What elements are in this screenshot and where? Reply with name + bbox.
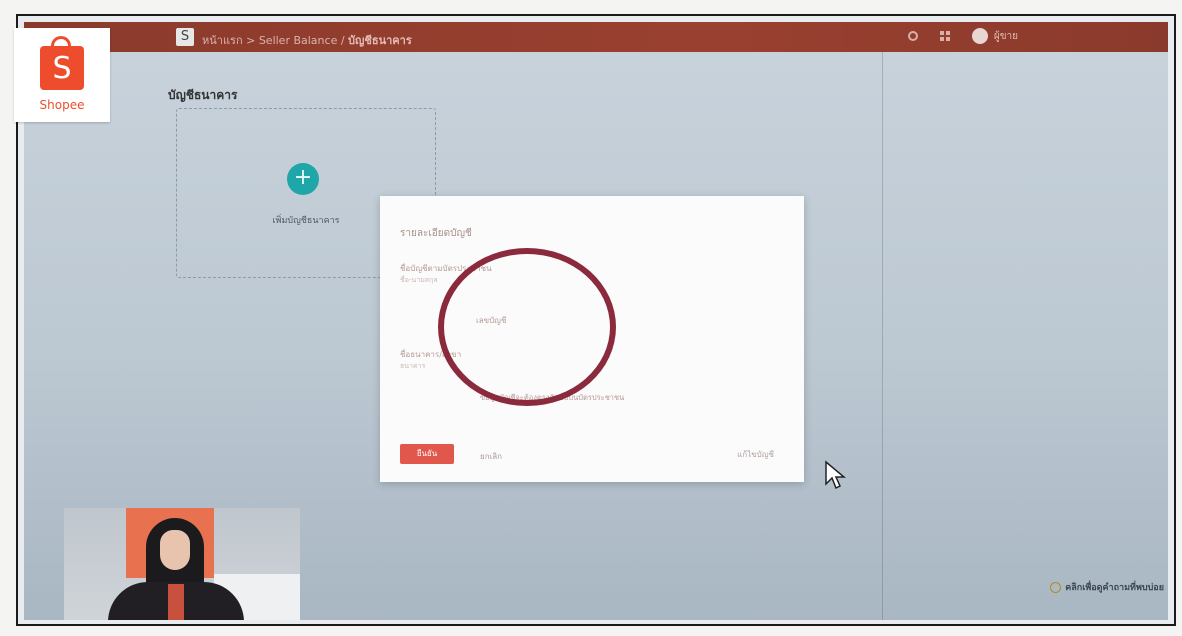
breadcrumb-current: บัญชีธนาคาร	[348, 34, 412, 47]
question-icon	[1050, 581, 1062, 593]
screen: S หน้าแรก > Seller Balance / บัญชีธนาคาร…	[24, 22, 1168, 620]
presenter-face	[160, 530, 190, 570]
top-bar: S หน้าแรก > Seller Balance / บัญชีธนาคาร…	[24, 22, 1168, 52]
help-icon[interactable]	[907, 31, 918, 41]
confirm-button[interactable]: ยืนยัน	[400, 444, 454, 464]
faq-label: คลิกเพื่อดูคำถามที่พบบ่อย	[1065, 583, 1164, 593]
breadcrumb-parent[interactable]: หน้าแรก > Seller Balance /	[202, 34, 345, 47]
presenter-shirt	[168, 584, 184, 620]
plus-icon[interactable]: +	[287, 163, 319, 195]
cancel-button[interactable]: ยกเลิก	[480, 450, 502, 463]
modal-title: รายละเอียดบัญชี	[400, 228, 472, 239]
shopee-logo: S Shopee	[14, 28, 110, 122]
webcam-video	[64, 508, 300, 620]
edit-account-link[interactable]: แก้ไขบัญชี	[737, 448, 774, 461]
page-title: บัญชีธนาคาร	[168, 88, 238, 102]
shopee-wordmark: Shopee	[39, 98, 85, 112]
photo-frame: S หน้าแรก > Seller Balance / บัญชีธนาคาร…	[16, 14, 1176, 626]
user-name: ผู้ขาย	[993, 30, 1018, 42]
user-menu[interactable]: ผู้ขาย	[971, 28, 1018, 44]
shopee-mini-icon[interactable]: S	[176, 28, 194, 46]
mouse-cursor-icon	[825, 460, 846, 490]
apps-grid-icon[interactable]	[939, 31, 950, 41]
topbar-actions: ผู้ขาย	[907, 28, 1018, 44]
avatar	[971, 28, 988, 44]
breadcrumb: หน้าแรก > Seller Balance / บัญชีธนาคาร	[202, 31, 412, 49]
annotation-circle	[438, 248, 616, 406]
screen-divider	[882, 52, 883, 620]
faq-link[interactable]: คลิกเพื่อดูคำถามที่พบบ่อย	[1050, 580, 1164, 594]
shopping-bag-icon: S	[40, 46, 84, 90]
